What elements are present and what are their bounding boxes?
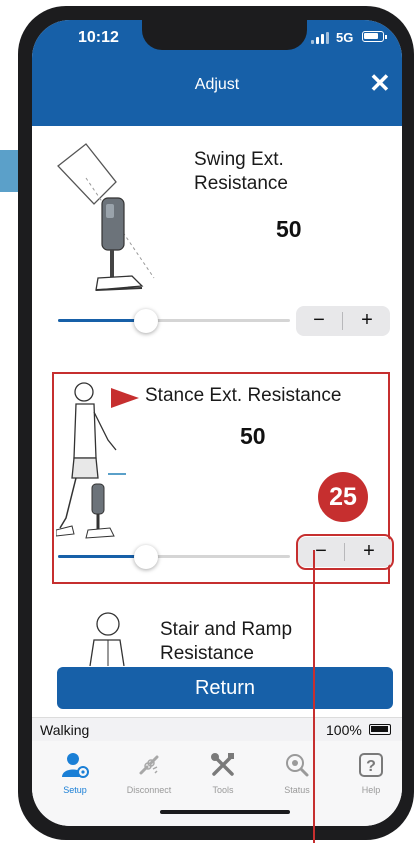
- stair-label-line1: Stair and Ramp: [160, 619, 293, 640]
- status-time: 10:12: [78, 29, 119, 46]
- swing-label-line1: Swing Ext.: [194, 149, 284, 170]
- page-title: Adjust: [194, 76, 240, 93]
- activity-mode: Walking: [40, 722, 90, 738]
- pointer-arrow-icon: [111, 388, 139, 408]
- swing-increment-button[interactable]: +: [344, 306, 390, 336]
- tab-help[interactable]: ? Help: [334, 751, 402, 795]
- stepper-highlight: [296, 534, 394, 570]
- swing-slider[interactable]: [58, 309, 290, 333]
- tab-disconnect-label: Disconnect: [126, 785, 172, 795]
- tab-tools-label: Tools: [212, 785, 234, 795]
- svg-text:?: ?: [366, 758, 376, 775]
- tab-bar: Setup Disconnect Tools Status ? Help: [32, 741, 402, 826]
- signal-icon: [311, 32, 331, 44]
- swing-value: 50: [276, 216, 302, 242]
- callout-leader-line: [313, 550, 315, 843]
- page: 10:12 5G Adjust ✕ Swing Ext. Resistance …: [0, 0, 417, 843]
- stance-value: 50: [240, 423, 266, 449]
- stance-slider-thumb[interactable]: [134, 545, 159, 569]
- tab-status-label: Status: [284, 785, 310, 795]
- callout-number: 25: [318, 472, 368, 522]
- tab-setup-label: Setup: [63, 785, 87, 795]
- device-status-bar: Walking 100%: [32, 717, 402, 741]
- tab-setup[interactable]: Setup: [38, 751, 112, 795]
- device-battery-level: 100%: [326, 722, 362, 738]
- tab-tools[interactable]: Tools: [186, 751, 260, 795]
- swing-stepper: − +: [296, 306, 390, 336]
- stair-label: Stair and Ramp Resistance: [160, 618, 292, 666]
- swing-label: Swing Ext. Resistance: [194, 148, 288, 196]
- tab-disconnect[interactable]: Disconnect: [112, 751, 186, 795]
- stance-slider[interactable]: [58, 545, 290, 569]
- disconnect-icon: [139, 755, 159, 775]
- swing-decrement-button[interactable]: −: [296, 306, 342, 336]
- tools-icon: [211, 753, 234, 776]
- tab-help-label: Help: [361, 785, 381, 795]
- help-icon: ?: [359, 753, 383, 777]
- swing-label-line2: Resistance: [194, 173, 288, 194]
- network-type: 5G: [336, 30, 354, 45]
- stair-label-line2: Resistance: [160, 643, 254, 664]
- battery-icon: [362, 31, 387, 42]
- person-bust-illustration: [89, 612, 125, 666]
- swing-leg-illustration: [57, 143, 155, 291]
- home-indicator: [160, 810, 290, 814]
- status-icon: [286, 754, 309, 777]
- notch: [142, 20, 307, 50]
- tab-status[interactable]: Status: [260, 751, 334, 795]
- user-gear-icon: [62, 753, 89, 778]
- stance-label: Stance Ext. Resistance: [145, 385, 342, 406]
- app-header: 10:12 5G Adjust ✕: [32, 20, 402, 126]
- swing-slider-thumb[interactable]: [134, 309, 159, 333]
- device-battery-icon: [369, 724, 391, 735]
- phone-screen: 10:12 5G Adjust ✕ Swing Ext. Resistance …: [32, 20, 402, 826]
- close-icon[interactable]: ✕: [369, 70, 391, 96]
- return-button[interactable]: Return: [57, 667, 393, 709]
